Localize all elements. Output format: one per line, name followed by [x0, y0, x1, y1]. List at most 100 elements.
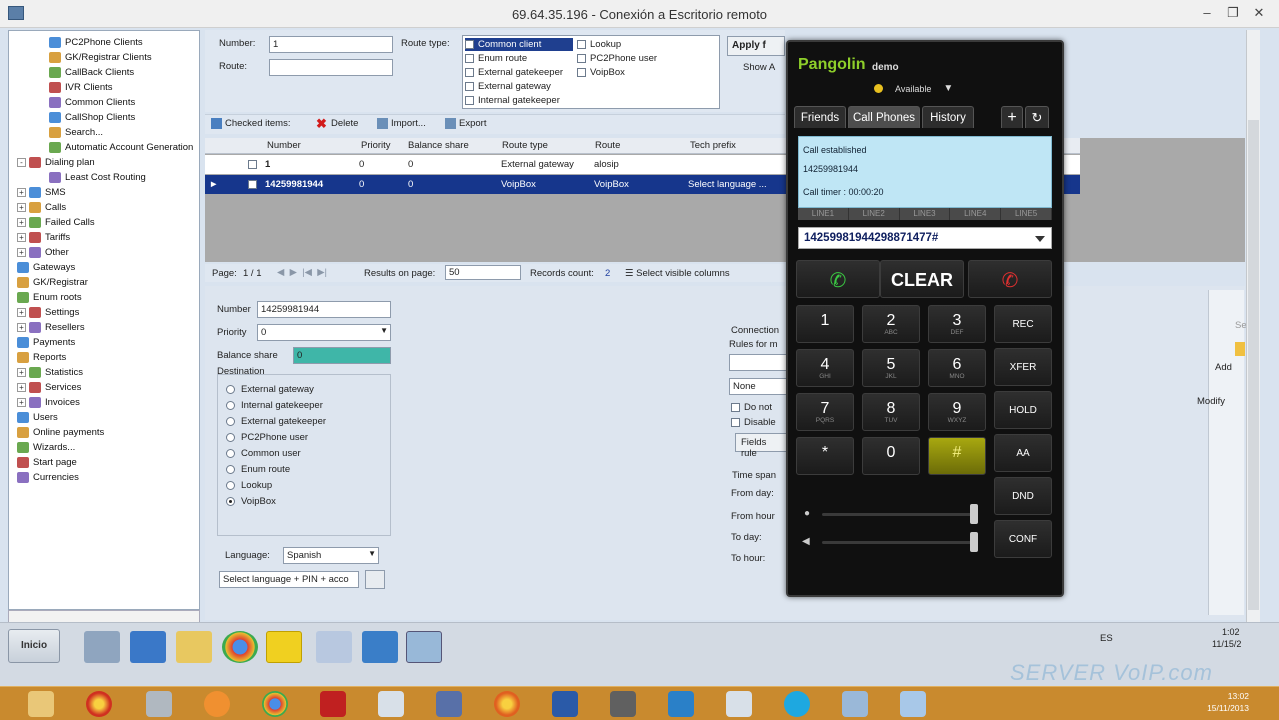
expand-icon[interactable]: +: [17, 233, 26, 242]
tree-item[interactable]: + Services: [17, 380, 81, 395]
slider-knob[interactable]: [970, 532, 978, 552]
tree-item[interactable]: Search...: [49, 125, 103, 140]
function-key[interactable]: AA: [994, 434, 1052, 472]
keypad-key[interactable]: 6 MNO: [928, 349, 986, 387]
col-priority[interactable]: Priority: [361, 140, 391, 151]
mic-volume-slider[interactable]: [822, 504, 978, 524]
minimize-button[interactable]: –: [1196, 4, 1218, 22]
tree-item[interactable]: + Settings: [17, 305, 79, 320]
language-indicator[interactable]: ES: [1100, 633, 1113, 644]
collapse-icon[interactable]: -: [17, 158, 26, 167]
row-checkbox[interactable]: [248, 180, 257, 189]
tree-item[interactable]: Common Clients: [49, 95, 135, 110]
function-key[interactable]: XFER: [994, 348, 1052, 386]
import-button[interactable]: Import...: [377, 118, 426, 129]
vertical-scrollbar[interactable]: [1246, 30, 1260, 622]
tree-item[interactable]: CallShop Clients: [49, 110, 135, 125]
col-tech-prefix[interactable]: Tech prefix: [690, 140, 736, 151]
media-player-icon[interactable]: [204, 691, 230, 717]
tree-item[interactable]: Automatic Account Generation: [49, 140, 193, 155]
powershell-icon[interactable]: [130, 631, 166, 663]
expand-icon[interactable]: +: [17, 383, 26, 392]
keypad-key[interactable]: 9 WXYZ: [928, 393, 986, 431]
line-button[interactable]: LINE4: [950, 208, 1002, 220]
line-button[interactable]: LINE5: [1001, 208, 1052, 220]
radio-button[interactable]: [226, 417, 235, 426]
line-button[interactable]: LINE3: [900, 208, 951, 220]
skype-icon[interactable]: [784, 691, 810, 717]
voipswitch-icon[interactable]: [266, 631, 302, 663]
teamviewer-icon[interactable]: [668, 691, 694, 717]
function-key[interactable]: REC: [994, 305, 1052, 343]
tree-item[interactable]: Reports: [17, 350, 66, 365]
filezilla-icon[interactable]: [320, 691, 346, 717]
col-route-type[interactable]: Route type: [502, 140, 548, 151]
col-balance-share[interactable]: Balance share: [408, 140, 469, 151]
filter-route-input[interactable]: [269, 59, 393, 76]
expand-icon[interactable]: +: [17, 308, 26, 317]
checked-items-button[interactable]: Checked items:: [211, 118, 290, 129]
line-button[interactable]: LINE1: [798, 208, 849, 220]
route-type-option[interactable]: Internal gatekeeper: [465, 94, 573, 107]
tree-item[interactable]: Wizards...: [17, 440, 75, 455]
tree-item[interactable]: Online payments: [17, 425, 104, 440]
show-all-button[interactable]: Show A: [743, 62, 775, 73]
screenshot-icon[interactable]: [726, 691, 752, 717]
expand-icon[interactable]: +: [17, 368, 26, 377]
tools-icon[interactable]: [146, 691, 172, 717]
camera-icon[interactable]: [610, 691, 636, 717]
chrome-icon[interactable]: [262, 691, 288, 717]
navigation-tree[interactable]: PC2Phone Clients GK/Registrar Clients Call…: [8, 30, 200, 610]
results-on-page-select[interactable]: 50: [445, 265, 521, 280]
route-type-option[interactable]: Enum route: [465, 52, 573, 65]
select-columns-button[interactable]: ☰ Select visible columns: [625, 268, 730, 279]
folder-icon[interactable]: [176, 631, 212, 663]
radio-button[interactable]: [226, 433, 235, 442]
tree-item[interactable]: GK/Registrar Clients: [49, 50, 152, 65]
tree-item[interactable]: + Other: [17, 245, 69, 260]
tree-item[interactable]: - Dialing plan: [17, 155, 95, 170]
close-button[interactable]: ✕: [1248, 4, 1270, 22]
expand-icon[interactable]: +: [17, 218, 26, 227]
tree-item[interactable]: + SMS: [17, 185, 66, 200]
tree-item[interactable]: Start page: [17, 455, 77, 470]
apply-filter-button[interactable]: Apply f: [727, 36, 785, 56]
keypad-key[interactable]: 5 JKL: [862, 349, 920, 387]
clear-button[interactable]: CLEAR: [880, 260, 964, 298]
detail-number-input[interactable]: 14259981944: [257, 301, 391, 318]
col-route[interactable]: Route: [595, 140, 620, 151]
fields-rule-button[interactable]: Fields rule: [735, 433, 789, 459]
windows-clock[interactable]: 13:02 15/11/2013: [1207, 690, 1249, 714]
destination-radio[interactable]: External gatekeeper: [226, 415, 326, 428]
refresh-icon[interactable]: ↻: [1025, 106, 1049, 128]
keypad-key[interactable]: #: [928, 437, 986, 475]
hangup-button[interactable]: ✆: [968, 260, 1052, 298]
keypad-key[interactable]: 0: [862, 437, 920, 475]
document-icon[interactable]: [316, 631, 352, 663]
destination-radio[interactable]: Lookup: [226, 479, 272, 492]
tree-item[interactable]: PC2Phone Clients: [49, 35, 143, 50]
tree-item[interactable]: + Invoices: [17, 395, 80, 410]
destination-radio[interactable]: VoipBox: [226, 495, 276, 508]
tree-item[interactable]: IVR Clients: [49, 80, 113, 95]
expand-icon[interactable]: +: [17, 188, 26, 197]
tree-item[interactable]: + Failed Calls: [17, 215, 95, 230]
keypad-key[interactable]: 4 GHI: [796, 349, 854, 387]
tree-item[interactable]: GK/Registrar: [17, 275, 88, 290]
do-not-checkbox[interactable]: Do not: [731, 401, 772, 414]
delete-button[interactable]: ✖ Delete: [316, 117, 358, 130]
line-button[interactable]: LINE2: [849, 208, 900, 220]
route-type-option[interactable]: PC2Phone user: [577, 52, 657, 65]
route-type-list[interactable]: Common client Enum route External gatekeep…: [462, 35, 720, 109]
speaker-volume-slider[interactable]: [822, 532, 978, 552]
presence-status[interactable]: Available ▼: [874, 83, 953, 94]
window-icon[interactable]: [900, 691, 926, 717]
select-language-input[interactable]: Select language + PIN + acco: [219, 571, 359, 588]
call-button[interactable]: ✆: [796, 260, 880, 298]
pager-prev-icon[interactable]: ◀ ▶ |◀ ▶|: [277, 267, 327, 278]
restore-button[interactable]: ❐: [1222, 4, 1244, 22]
tree-item[interactable]: + Tariffs: [17, 230, 70, 245]
tree-item[interactable]: CallBack Clients: [49, 65, 134, 80]
remote-desktop-icon[interactable]: [436, 691, 462, 717]
keypad-key[interactable]: 2 ABC: [862, 305, 920, 343]
